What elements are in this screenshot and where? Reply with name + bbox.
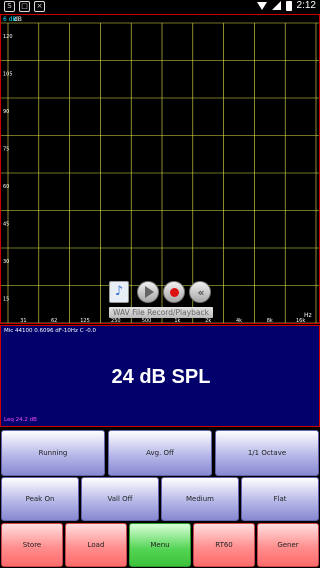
status-bar: S □ × 2:12 xyxy=(0,0,320,14)
signal-icon xyxy=(271,1,281,10)
play-icon xyxy=(145,286,154,298)
rewind-button[interactable]: ‹‹ xyxy=(189,281,211,303)
y-tick-label: 30 xyxy=(3,259,9,265)
y-grid-lines xyxy=(1,22,319,323)
y-tick-label: 15 xyxy=(3,297,9,303)
spl-value: 24 dB SPL xyxy=(111,366,211,388)
rewind-icon: ‹‹ xyxy=(197,285,204,299)
x-tick-label: 31 xyxy=(20,318,26,323)
control-buttons: Running Avg. Off 1/1 Octave Peak On Vall… xyxy=(0,428,320,568)
y-tick-label: 45 xyxy=(3,222,9,228)
menu-button[interactable]: Menu xyxy=(129,523,191,567)
octave-button[interactable]: 1/1 Octave xyxy=(215,430,319,476)
spectrum-grid: 6 dB dB 120105907560453015 31 62 125 250 500… xyxy=(1,16,319,323)
x-axis-unit: Hz xyxy=(304,312,312,319)
valley-button[interactable]: Vall Off xyxy=(81,477,159,521)
status-close-icon: × xyxy=(34,1,45,12)
y-tick-label: 90 xyxy=(3,109,9,115)
record-icon xyxy=(169,287,179,297)
battery-icon xyxy=(285,0,292,11)
x-tick-label: 8k xyxy=(267,318,273,323)
y-tick-label: 105 xyxy=(3,72,13,78)
y-tick-label: 75 xyxy=(3,147,9,153)
average-button[interactable]: Avg. Off xyxy=(108,430,212,476)
x-tick-label: 62 xyxy=(51,318,57,323)
status-s-icon: S xyxy=(4,1,15,12)
y-tick-label: 120 xyxy=(3,34,13,40)
status-time: 2:12 xyxy=(296,0,316,11)
store-button[interactable]: Store xyxy=(1,523,63,567)
wav-record-playback-label: WAV File Record/Playback xyxy=(109,307,213,318)
response-speed-button[interactable]: Medium xyxy=(161,477,239,521)
spectrum-analyzer-panel[interactable]: 6 dB dB 120 105 90 75 60 45 30 15 31 62 125 250 500… xyxy=(0,14,320,324)
wifi-icon xyxy=(256,1,267,10)
running-button[interactable]: Running xyxy=(1,430,105,476)
peak-button[interactable]: Peak On xyxy=(1,477,79,521)
generator-button[interactable]: Gener xyxy=(257,523,319,567)
y-tick-label: 60 xyxy=(3,184,9,190)
status-square-icon: □ xyxy=(19,1,30,12)
record-button[interactable] xyxy=(163,281,185,303)
play-button[interactable] xyxy=(137,281,159,303)
rt60-button[interactable]: RT60 xyxy=(193,523,255,567)
leq-value: Leq 24.2 dB xyxy=(4,417,37,423)
music-file-icon[interactable]: ♪ xyxy=(109,281,129,303)
x-tick-label: 125 xyxy=(80,318,90,323)
wav-controls: ♪ ‹‹ WAV File Record/Playback xyxy=(109,281,219,321)
y-axis-unit: dB xyxy=(14,16,22,23)
mic-info: Mic 44100 0.6096 dF-10Hz C -0.0 xyxy=(4,328,97,334)
weighting-button[interactable]: Flat xyxy=(241,477,319,521)
load-button[interactable]: Load xyxy=(65,523,127,567)
spl-panel: Mic 44100 0.6096 dF-10Hz C -0.0 24 dB SP… xyxy=(0,325,320,427)
x-tick-label: 4k xyxy=(236,318,242,323)
